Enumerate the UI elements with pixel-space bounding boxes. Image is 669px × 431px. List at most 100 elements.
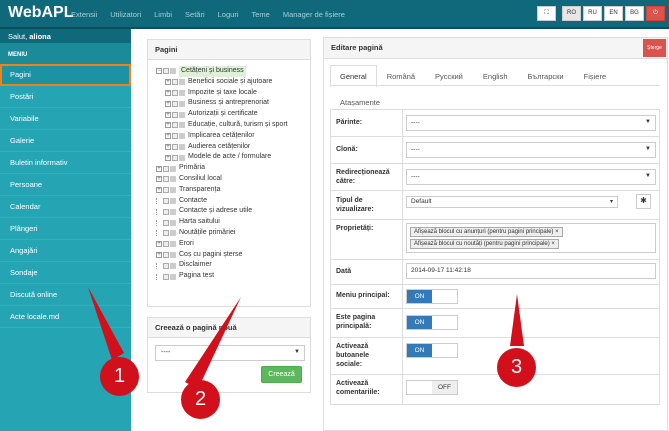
tree-node-label[interactable]: Educație, cultură, turism și sport <box>188 120 288 131</box>
tree-node-label[interactable]: Harta saitului <box>179 217 220 228</box>
sidebar-item-gallery[interactable]: Galerie <box>0 130 131 152</box>
tree-node[interactable]: + Transparența <box>156 185 288 196</box>
tree-node[interactable]: Pagina test <box>156 271 288 282</box>
tree-node-label[interactable]: Audierea cetățenilor <box>188 142 250 153</box>
tab-english[interactable]: English <box>473 65 518 87</box>
tree-node[interactable]: + Impozite și taxe locale <box>156 88 288 99</box>
tree-node[interactable]: + Autorizații și certificate <box>156 109 288 120</box>
checkbox-icon[interactable] <box>163 68 169 75</box>
checkbox-icon[interactable] <box>163 251 169 258</box>
checkbox-icon[interactable] <box>163 165 169 172</box>
checkbox-icon[interactable] <box>172 122 178 129</box>
checkbox-icon[interactable] <box>172 154 178 161</box>
checkbox-icon[interactable] <box>163 230 169 237</box>
tree-node-label[interactable]: Beneficii sociale și ajutoare <box>188 77 272 88</box>
checkbox-icon[interactable] <box>163 219 169 226</box>
nav-languages[interactable]: Limbi <box>154 10 172 19</box>
tree-node-label[interactable]: Business și antreprenoriat <box>188 98 269 109</box>
tree-node[interactable]: Noutățile primăriei <box>156 228 288 239</box>
expand-icon[interactable]: + <box>165 100 171 107</box>
fullscreen-icon[interactable]: ⛶ <box>537 6 556 21</box>
checkbox-icon[interactable] <box>163 273 169 280</box>
delete-button[interactable]: Șterge <box>643 39 666 57</box>
sidebar-item-jobs[interactable]: Angajări <box>0 240 131 262</box>
tree-node-label[interactable]: Implicarea cetățenilor <box>188 131 255 142</box>
brand-logo[interactable]: WebAPL <box>8 4 73 22</box>
checkbox-icon[interactable] <box>172 100 178 107</box>
sidebar-item-chat[interactable]: Discută online <box>0 284 131 306</box>
nav-file-manager[interactable]: Manager de fișiere <box>283 10 345 19</box>
nav-themes[interactable]: Teme <box>252 10 270 19</box>
tab-romana[interactable]: Română <box>377 65 425 87</box>
expand-icon[interactable]: + <box>156 176 162 183</box>
tree-node[interactable]: + Audierea cetățenilor <box>156 142 288 153</box>
properties-multiselect[interactable]: Afișează blocul cu anunțuri (pentru pagi… <box>406 223 656 253</box>
remove-tag-icon[interactable]: × <box>555 229 559 235</box>
tree-node-label[interactable]: Coș cu pagini șterse <box>179 250 242 261</box>
tree-node[interactable]: + Implicarea cetățenilor <box>156 131 288 142</box>
tab-files[interactable]: Fișiere <box>574 65 617 87</box>
tree-node[interactable]: + Coș cu pagini șterse <box>156 250 288 261</box>
tree-node-label[interactable]: Contacte și adrese utile <box>179 206 252 217</box>
tab-russian[interactable]: Русский <box>425 65 473 87</box>
tree-node[interactable]: − Cetățeni și business <box>156 66 288 77</box>
checkbox-icon[interactable] <box>163 262 169 269</box>
expand-icon[interactable]: + <box>165 79 171 86</box>
expand-icon[interactable]: + <box>156 165 162 172</box>
date-input[interactable]: 2014-09-17 11:42:18 <box>406 263 656 279</box>
tab-general[interactable]: General <box>330 65 377 87</box>
tree-node-label[interactable]: Noutățile primăriei <box>179 228 235 239</box>
expand-icon[interactable]: + <box>165 143 171 150</box>
tree-node[interactable]: + Business și antreprenoriat <box>156 98 288 109</box>
comments-toggle[interactable]: OFF <box>406 380 458 395</box>
tree-node[interactable]: + Educație, cultură, turism și sport <box>156 120 288 131</box>
nav-extensions[interactable]: Extensii <box>71 10 97 19</box>
sidebar-item-posts[interactable]: Postări <box>0 86 131 108</box>
sidebar-item-newsletter[interactable]: Buletin informativ <box>0 152 131 174</box>
sidebar-item-pages[interactable]: Pagini <box>0 64 131 86</box>
lang-en-button[interactable]: EN <box>604 6 623 21</box>
property-tag[interactable]: Afișează blocul cu anunțuri (pentru pagi… <box>410 227 563 237</box>
nav-users[interactable]: Utilizatori <box>110 10 141 19</box>
checkbox-icon[interactable] <box>172 79 178 86</box>
checkbox-icon[interactable] <box>163 187 169 194</box>
tree-node[interactable]: + Primăria <box>156 163 288 174</box>
tree-node-label[interactable]: Transparența <box>179 185 220 196</box>
lang-ro-button[interactable]: RO <box>562 6 581 21</box>
tree-node-label[interactable]: Disclaimer <box>179 260 212 271</box>
sidebar-item-complaints[interactable]: Plângeri <box>0 218 131 240</box>
expand-icon[interactable]: + <box>156 241 162 248</box>
tree-node[interactable]: Harta saitului <box>156 217 288 228</box>
checkbox-icon[interactable] <box>163 176 169 183</box>
checkbox-icon[interactable] <box>163 197 169 204</box>
sidebar-item-variables[interactable]: Variabile <box>0 108 131 130</box>
lang-ru-button[interactable]: RU <box>583 6 602 21</box>
checkbox-icon[interactable] <box>172 111 178 118</box>
expand-icon[interactable]: + <box>165 111 171 118</box>
expand-icon[interactable]: + <box>165 133 171 140</box>
tree-node-label[interactable]: Impozite și taxe locale <box>188 88 257 99</box>
checkbox-icon[interactable] <box>172 143 178 150</box>
logout-icon[interactable]: ⏻ <box>646 6 665 21</box>
property-tag[interactable]: Afișează blocul cu noutăți (pentru pagin… <box>410 239 559 249</box>
main-menu-toggle[interactable]: ON <box>406 289 458 304</box>
nav-logs[interactable]: Loguri <box>218 10 239 19</box>
sidebar-item-calendar[interactable]: Calendar <box>0 196 131 218</box>
tree-node[interactable]: + Modele de acte / formulare <box>156 152 288 163</box>
tree-node[interactable]: Contacte și adrese utile <box>156 206 288 217</box>
redirect-select[interactable]: ---- ▼ <box>406 169 656 185</box>
tree-node-label[interactable]: Primăria <box>179 163 205 174</box>
tree-node-label[interactable]: Consiliul local <box>179 174 222 185</box>
expand-icon[interactable]: + <box>156 187 162 194</box>
settings-gear-icon[interactable]: ✱ <box>636 194 651 209</box>
main-page-toggle[interactable]: ON <box>406 315 458 330</box>
expand-icon[interactable]: + <box>165 89 171 96</box>
checkbox-icon[interactable] <box>172 133 178 140</box>
tab-bulgarian[interactable]: Български <box>518 65 574 87</box>
tree-node-label[interactable]: Contacte <box>179 196 207 207</box>
parent-select[interactable]: ---- ▼ <box>155 345 305 361</box>
create-button[interactable]: Creează <box>261 366 302 383</box>
expand-icon[interactable]: + <box>156 251 162 258</box>
tree-node-label[interactable]: Erori <box>179 239 194 250</box>
tree-node-label[interactable]: Autorizații și certificate <box>188 109 258 120</box>
